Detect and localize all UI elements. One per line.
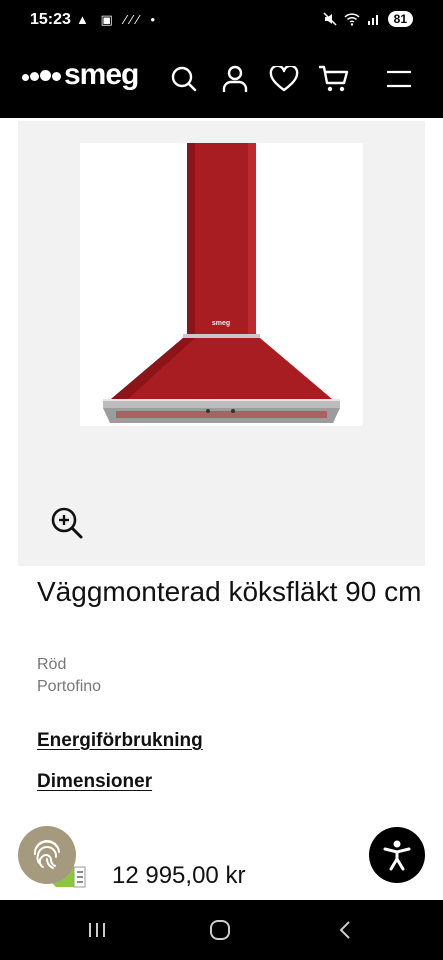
- zoom-button[interactable]: [50, 506, 84, 540]
- back-icon: [339, 921, 350, 939]
- menu-button[interactable]: [382, 62, 416, 96]
- battery-indicator: 81: [387, 11, 413, 27]
- status-right-icons: 81: [323, 11, 413, 27]
- search-button[interactable]: [167, 62, 201, 96]
- fingerprint-icon: [33, 840, 60, 869]
- hood-brand-text: smeg: [212, 320, 230, 327]
- home-button[interactable]: [207, 918, 233, 942]
- product-color: Röd: [37, 656, 67, 673]
- status-time: 15:23: [30, 11, 71, 28]
- fingerprint-button[interactable]: [18, 826, 76, 884]
- status-notification-icons: ▲ ▣ ⁄⁄⁄ •: [76, 12, 160, 27]
- heart-icon: [269, 66, 299, 92]
- zoom-in-icon: [51, 507, 83, 539]
- product-meta: Röd Portofino: [37, 654, 101, 698]
- dimensions-link[interactable]: Dimensioner: [37, 771, 152, 793]
- search-icon: [171, 66, 197, 92]
- product-price: 12 995,00 kr: [112, 862, 246, 889]
- product-title: Väggmonterad köksfläkt 90 cm: [37, 576, 422, 607]
- smeg-logo[interactable]: smeg: [22, 58, 139, 92]
- cart-button[interactable]: [317, 62, 351, 96]
- account-icon: [222, 65, 248, 92]
- mute-icon: [323, 12, 337, 26]
- account-button[interactable]: [218, 62, 252, 96]
- wishlist-button[interactable]: [267, 62, 301, 96]
- site-header: smeg: [0, 38, 443, 118]
- status-bar: 15:23 ▲ ▣ ⁄⁄⁄ • 81: [0, 0, 443, 38]
- logo-text: smeg: [64, 58, 139, 91]
- wifi-icon: [344, 13, 360, 26]
- product-image[interactable]: smeg: [80, 143, 363, 426]
- cart-icon: [319, 65, 349, 92]
- recent-apps-button[interactable]: [84, 918, 110, 942]
- accessibility-button[interactable]: [369, 827, 425, 883]
- logo-dots: [22, 69, 61, 81]
- menu-icon: [387, 70, 411, 88]
- signal-icon: [367, 15, 378, 25]
- system-navigation-bar: [0, 900, 443, 960]
- home-icon: [210, 920, 230, 940]
- product-line: Portofino: [37, 678, 102, 695]
- energy-consumption-link[interactable]: Energiförbrukning: [37, 730, 203, 752]
- recent-apps-icon: [89, 923, 105, 937]
- back-button[interactable]: [332, 918, 358, 942]
- range-hood-illustration: smeg: [103, 143, 340, 423]
- accessibility-icon: [383, 840, 411, 871]
- product-gallery: smeg: [18, 121, 425, 566]
